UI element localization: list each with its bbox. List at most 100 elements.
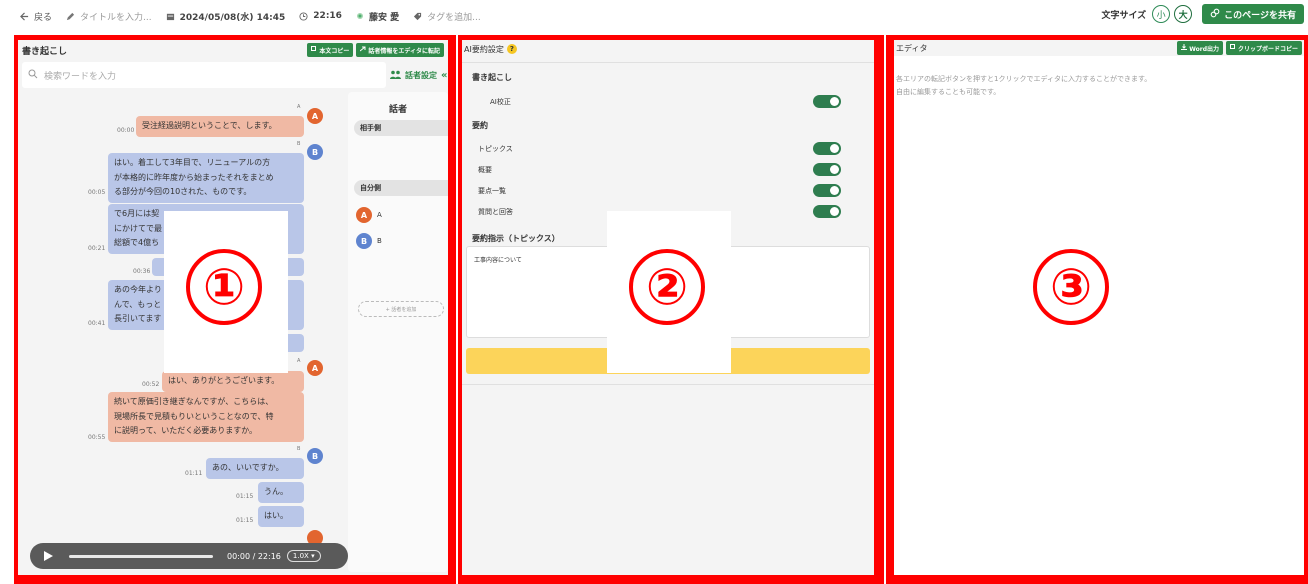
option-overview: 概要: [478, 166, 492, 174]
option-ai-correct: AI校正: [490, 98, 511, 106]
share-label: このページを共有: [1224, 10, 1296, 21]
toggle-ai-correct[interactable]: [813, 95, 841, 108]
timestamp: 00:55: [88, 434, 106, 441]
copy-icon: [311, 46, 317, 54]
title-input[interactable]: タイトルを入力...: [66, 10, 152, 23]
speaker-tag: B: [297, 141, 301, 147]
timestamp: 00:36: [133, 268, 151, 275]
tag-input[interactable]: タグを追加...: [413, 10, 481, 23]
collapse-icon: «: [441, 69, 448, 81]
speaker-name: B: [377, 237, 382, 245]
transcription-header: 書き起こし 本文コピー 話者情報をエディタに転記: [18, 40, 448, 60]
avatar: B: [307, 144, 323, 160]
timestamp: 00:05: [88, 189, 106, 196]
download-icon: [1181, 44, 1188, 52]
section-summary: 要約: [472, 121, 488, 130]
user-dot-icon: [356, 12, 364, 20]
speaker-panel: 話者 相手側 自分側 A A B B + 話者を追加: [348, 92, 448, 572]
speaker-settings-label: 話者設定: [405, 70, 437, 80]
message-line: はい、ありがとうございます。: [168, 376, 280, 385]
speaker-settings-button[interactable]: 話者設定 «: [390, 62, 447, 88]
font-size-label: 文字サイズ: [1101, 10, 1147, 21]
timestamp: 01:15: [236, 517, 254, 524]
option-topics: トピックス: [478, 145, 513, 153]
message-line: が本格的に昨年度から始まったそれをまとめ: [114, 172, 274, 182]
speaker-item-b[interactable]: B B: [356, 233, 382, 249]
clipboard-copy-button[interactable]: クリップボードコピー: [1225, 41, 1302, 55]
help-icon[interactable]: ?: [506, 44, 517, 54]
option-qa: 質問と回答: [478, 208, 513, 216]
speaker-panel-title: 話者: [388, 105, 407, 115]
top-bar: 戻る タイトルを入力... 2024/05/08(水) 14:45 22:16 …: [0, 0, 1308, 32]
clock-icon: [299, 11, 308, 21]
toggle-overview[interactable]: [813, 163, 841, 176]
copy-text-label: 本文コピー: [319, 47, 350, 55]
option-key-points: 要点一覧: [478, 187, 506, 195]
datetime: 2024/05/08(水) 14:45: [166, 10, 286, 23]
playback-time: 00:00 / 22:16: [227, 551, 281, 561]
toggle-key-points[interactable]: [813, 184, 841, 197]
speed-value: 1.0X: [292, 552, 309, 560]
back-label: 戻る: [34, 12, 53, 23]
avatar: B: [307, 448, 323, 464]
editor-hint[interactable]: 各エリアの転記ボタンを押すと1クリックでエディタに入力することができます。 自由…: [896, 73, 1151, 99]
message-bubble[interactable]: はい、ありがとうございます。: [162, 371, 304, 392]
overlay-number-3: ③: [1033, 249, 1109, 325]
avatar: A: [356, 207, 372, 223]
back-button[interactable]: 戻る: [20, 10, 52, 23]
copy-icon: [1229, 44, 1236, 52]
word-export-label: Word出力: [1189, 45, 1219, 53]
search-icon: [28, 69, 38, 82]
font-small-button[interactable]: 小: [1152, 5, 1171, 23]
speed-select[interactable]: 1.0X ▾: [286, 550, 321, 562]
instruction-title: 要約指示（トピックス）: [472, 234, 560, 243]
timestamp: 01:15: [236, 493, 254, 500]
toggle-qa[interactable]: [813, 205, 841, 218]
avatar: B: [356, 233, 372, 249]
playback-progress[interactable]: [69, 554, 213, 558]
word-export-button[interactable]: Word出力: [1177, 41, 1223, 55]
link-icon: [1210, 8, 1220, 21]
user-name: 藤安 愛: [368, 12, 400, 23]
title-placeholder: タイトルを入力...: [80, 12, 152, 23]
message-bubble[interactable]: はい。着工して3年目で、リニューアルの方 が本格的に昨年度から始まったそれをまと…: [108, 153, 304, 203]
message-line: に説明って、いただく必要ありますか。: [114, 426, 258, 435]
message-line: 受注経過説明ということで、します。: [142, 121, 277, 130]
section-transcription: 書き起こし: [472, 73, 512, 82]
overlay-number-2: ②: [629, 249, 705, 325]
ai-summary-header: AI要約設定 ?: [462, 40, 874, 58]
transcription-title: 書き起こし: [22, 46, 68, 57]
tag-placeholder: タグを追加...: [427, 12, 481, 23]
message-line: る部分が今回の10された、ものです。: [114, 187, 252, 196]
transfer-label: 話者情報をエディタに転記: [368, 47, 440, 55]
speaker-group-other: 相手側: [354, 120, 448, 136]
calendar-icon: [166, 12, 175, 21]
datetime-text: 2024/05/08(水) 14:45: [179, 12, 286, 23]
arrow-left-icon: [20, 11, 29, 21]
pencil-icon: [66, 12, 75, 21]
speaker-item-a[interactable]: A A: [356, 207, 382, 223]
message-bubble[interactable]: 続いて原価引き継ぎなんですが、こちらは、 現場所長で見積もりいということなので、…: [108, 392, 304, 442]
hint-line: 自由に編集することも可能です。: [896, 88, 1001, 96]
editor-header: エディタ Word出力 クリップボードコピー: [894, 40, 1304, 56]
share-button[interactable]: このページを共有: [1202, 4, 1304, 24]
duration-text: 22:16: [313, 11, 342, 21]
speaker-tag: B: [297, 446, 301, 452]
message-bubble[interactable]: あの、いいですか。: [206, 458, 304, 479]
toggle-topics[interactable]: [813, 142, 841, 155]
transfer-speaker-button[interactable]: 話者情報をエディタに転記: [356, 43, 444, 57]
ai-summary-title: AI要約設定: [464, 44, 504, 54]
add-speaker-button[interactable]: + 話者を追加: [358, 301, 444, 317]
header-divider: [462, 62, 874, 63]
speaker-tag: A: [297, 104, 301, 110]
play-icon[interactable]: [44, 551, 53, 561]
message-bubble[interactable]: うん。: [258, 482, 304, 503]
copy-text-button[interactable]: 本文コピー: [307, 43, 354, 57]
overlay-number-1: ①: [186, 249, 262, 325]
search-input[interactable]: 検索ワードを入力: [22, 62, 386, 88]
message-bubble[interactable]: 受注経過説明ということで、します。: [136, 116, 304, 137]
message-bubble[interactable]: はい。: [258, 506, 304, 527]
caret-down-icon: ▾: [311, 552, 315, 560]
font-large-button[interactable]: 大: [1174, 5, 1193, 23]
hint-line: 各エリアの転記ボタンを押すと1クリックでエディタに入力することができます。: [896, 75, 1152, 83]
